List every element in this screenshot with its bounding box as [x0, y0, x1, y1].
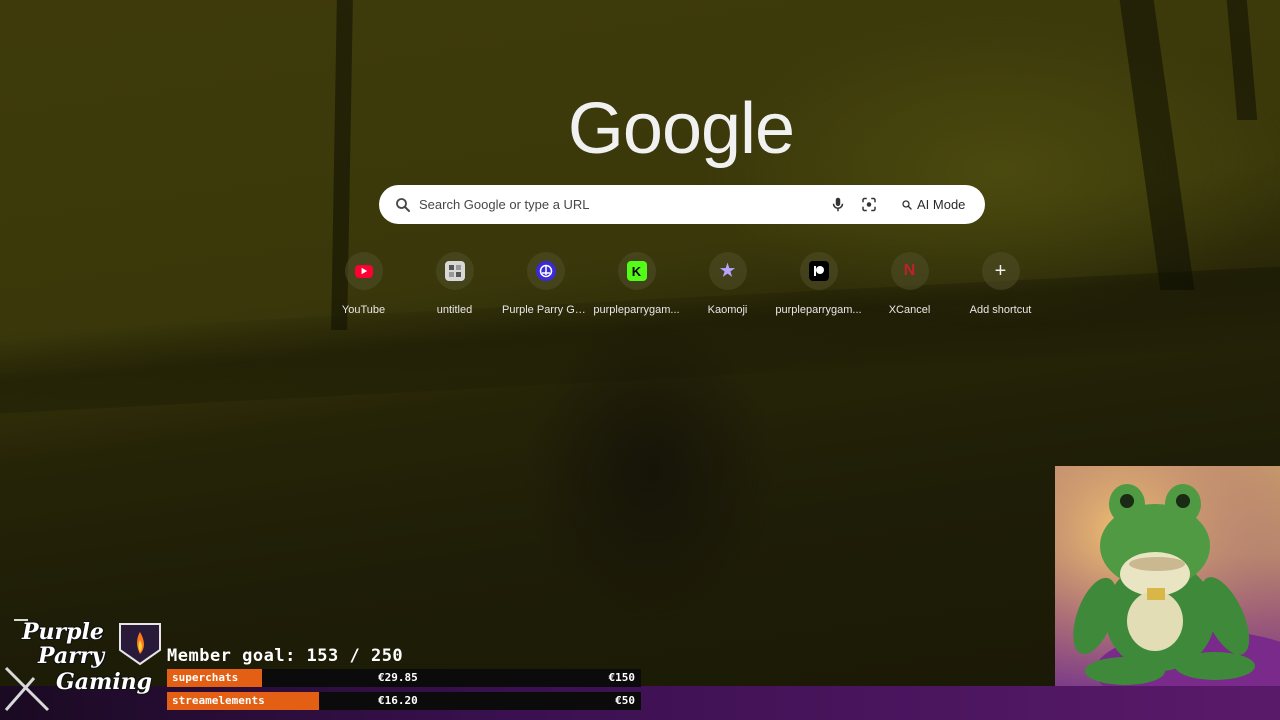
shortcut-label: Purple Parry Ga... [502, 304, 591, 316]
shortcut-tile[interactable] [344, 252, 383, 290]
shortcut-youtube[interactable]: YouTube [318, 252, 409, 316]
bar-target: €150 [608, 671, 636, 684]
lens-camera-icon[interactable] [860, 195, 878, 214]
shortcut-tile[interactable]: ★ [708, 252, 747, 290]
shortcut-tile[interactable]: N [890, 252, 929, 290]
ai-search-icon [902, 199, 912, 210]
shortcut-kaomoji[interactable]: ★ Kaomoji [682, 252, 773, 316]
frog-figure-image [1055, 466, 1280, 686]
shortcut-tile[interactable] [526, 252, 565, 290]
kaomoji-icon: ★ [719, 261, 736, 280]
shortcut-label: purpleparrygam... [593, 304, 680, 316]
webcam-overlay [1055, 466, 1280, 686]
shortcut-kick[interactable]: K purpleparrygam... [591, 252, 682, 316]
bar-name: superchats [172, 671, 239, 684]
shortcut-label: YouTube [341, 304, 386, 316]
shortcut-tile[interactable]: + [981, 252, 1020, 290]
shortcut-label: Kaomoji [707, 304, 748, 316]
brand-line-1: Purple [22, 619, 104, 645]
purple-parry-icon [535, 261, 556, 281]
youtube-icon [354, 264, 373, 278]
document-icon [444, 261, 465, 281]
bar-amount: €16.20 [378, 694, 418, 707]
brand-line-2: Parry [38, 643, 105, 669]
shortcut-tile[interactable]: K [617, 252, 656, 290]
ai-mode-button[interactable]: AI Mode [893, 191, 975, 218]
bar-name: streamelements [172, 694, 265, 707]
search-box[interactable]: Search Google or type a URL AI Mode [379, 185, 985, 224]
shortcut-purple-parry[interactable]: Purple Parry Ga... [500, 252, 591, 316]
donation-bar-superchats: superchats €29.85 €150 [167, 669, 641, 687]
shortcut-label: XCancel [888, 304, 931, 316]
xcancel-icon: N [903, 262, 916, 279]
patreon-icon [808, 261, 829, 281]
shortcut-label: Add shortcut [969, 304, 1032, 316]
shortcut-untitled[interactable]: untitled [409, 252, 500, 316]
microphone-icon[interactable] [829, 195, 847, 214]
shortcut-xcancel[interactable]: N XCancel [864, 252, 955, 316]
member-goal-label: Member goal: 153 / 250 [167, 646, 404, 666]
search-input[interactable]: Search Google or type a URL [419, 197, 590, 212]
kick-icon: K [626, 261, 647, 281]
shortcut-label: purpleparrygam... [775, 304, 862, 316]
shortcut-label: untitled [436, 304, 473, 316]
shortcut-tile[interactable] [435, 252, 474, 290]
purple-parry-gaming-logo: Purple Parry Gaming [4, 618, 164, 714]
shortcut-add[interactable]: + Add shortcut [955, 252, 1046, 316]
bar-amount: €29.85 [378, 671, 418, 684]
search-icon [396, 198, 410, 212]
bar-target: €50 [615, 694, 635, 707]
google-logo: Google [567, 89, 795, 169]
plus-icon: + [994, 259, 1007, 282]
donation-bar-streamelements: streamelements €16.20 €50 [167, 692, 641, 710]
shortcut-patreon[interactable]: purpleparrygam... [773, 252, 864, 316]
brand-line-3: Gaming [56, 669, 153, 695]
shortcut-tile[interactable] [799, 252, 838, 290]
ai-mode-label: AI Mode [917, 197, 966, 212]
